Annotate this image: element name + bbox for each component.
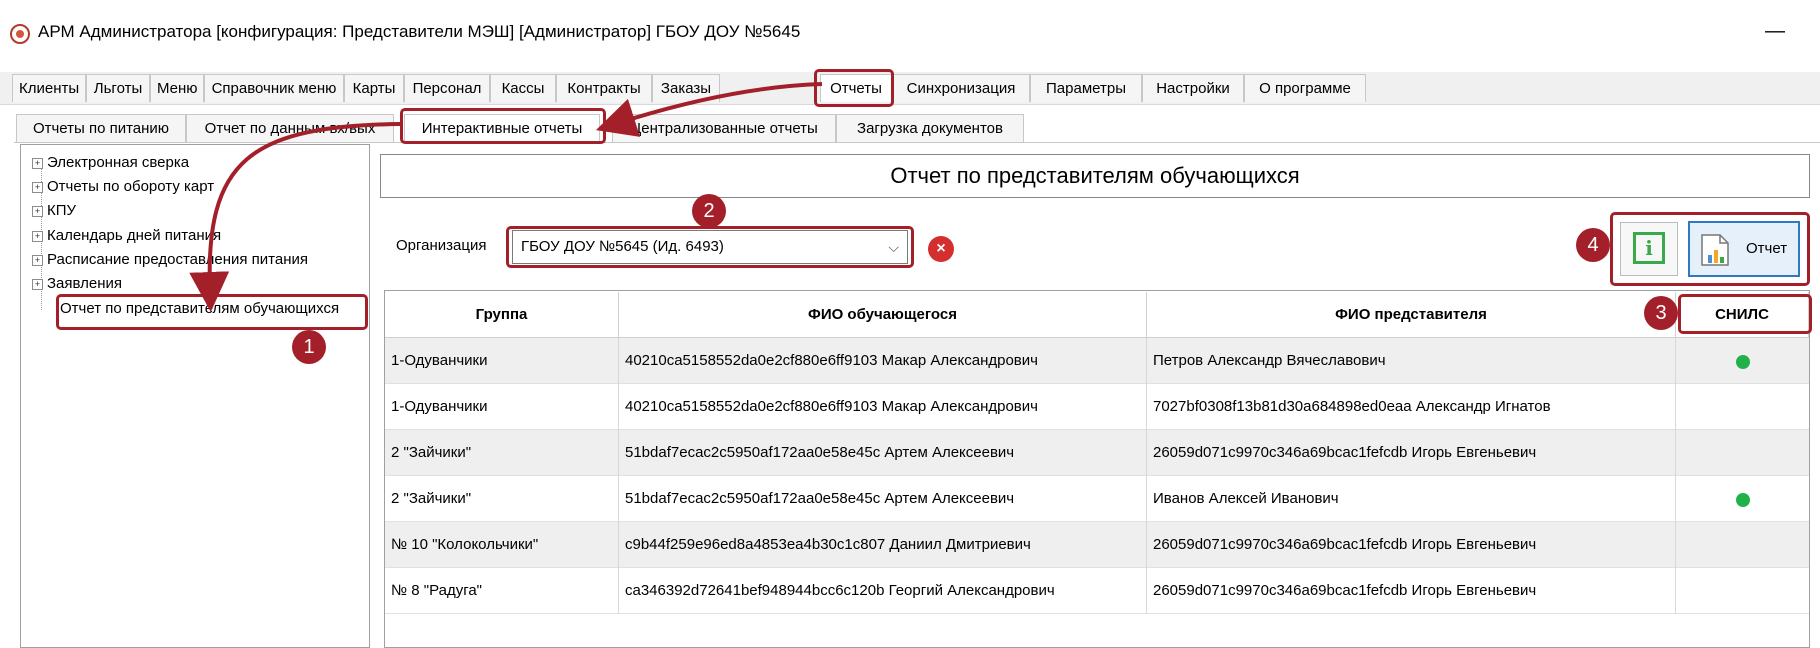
cell-snils [1676, 430, 1809, 476]
highlight-snils [1678, 294, 1812, 334]
tree-item-kpu[interactable]: + КПУ [32, 202, 76, 220]
cell-snils [1676, 522, 1809, 568]
table-row[interactable]: 2 "Зайчики" 51bdaf7ecac2c5950af172aa0e58… [385, 476, 1809, 522]
cell-student: 51bdaf7ecac2c5950af172aa0e58e45c Артем А… [619, 476, 1147, 522]
annotation-badge-2: 2 [692, 194, 726, 228]
snils-present-dot [1736, 493, 1750, 507]
expand-plus-icon[interactable]: + [32, 254, 43, 266]
tree-item-meal-calendar[interactable]: + Календарь дней питания [32, 227, 221, 245]
column-header-student[interactable]: ФИО обучающегося [619, 292, 1147, 338]
tree-item-applications[interactable]: + Заявления [32, 275, 122, 293]
tree-item-reconciliation[interactable]: + Электронная сверка [32, 154, 189, 172]
tab-settings[interactable]: Настройки [1142, 74, 1244, 102]
tree-item-label: Календарь дней питания [47, 227, 222, 244]
cell-group: 1-Одуванчики [385, 338, 619, 384]
cell-parent: Петров Александр Вячеславович [1147, 338, 1676, 384]
minimize-button[interactable]: — [1755, 14, 1795, 48]
tab-benefits[interactable]: Льготы [86, 74, 150, 102]
tree-item-card-turnover[interactable]: + Отчеты по обороту карт [32, 178, 214, 196]
cell-snils [1676, 476, 1809, 522]
cell-group: 2 "Зайчики" [385, 430, 619, 476]
tree-item-label: Заявления [47, 275, 123, 292]
expand-plus-icon[interactable]: + [32, 205, 43, 217]
table-row[interactable]: № 8 "Радуга" ca346392d72641bef948944bcc6… [385, 568, 1809, 614]
tree-item-label: Электронная сверка [47, 154, 190, 171]
tree-item-label: Отчеты по обороту карт [47, 178, 215, 195]
tab-clients[interactable]: Клиенты [12, 74, 86, 102]
tab-staff[interactable]: Персонал [404, 74, 490, 102]
table-row[interactable]: 1-Одуванчики 40210ca5158552da0e2cf880e6f… [385, 384, 1809, 430]
cell-student: 40210ca5158552da0e2cf880e6ff9103 Макар А… [619, 384, 1147, 430]
highlight-interactive-tab [400, 108, 606, 144]
tree-item-label: Расписание предоставления питания [47, 251, 308, 268]
table-row[interactable]: 1-Одуванчики 40210ca5158552da0e2cf880e6f… [385, 338, 1809, 384]
cell-group: 2 "Зайчики" [385, 476, 619, 522]
highlight-organization [506, 226, 914, 268]
subtab-entry-exit-report[interactable]: Отчет по данным вх/вых [186, 114, 394, 142]
cell-student: 51bdaf7ecac2c5950af172aa0e58e45c Артем А… [619, 430, 1147, 476]
cell-parent: 26059d071c9970c346a69bcac1fefcdb Игорь Е… [1147, 568, 1676, 614]
tab-sync[interactable]: Синхронизация [892, 74, 1030, 102]
table-row[interactable]: № 10 "Колокольчики" c9b44f259e96ed8a4853… [385, 522, 1809, 568]
column-header-parent[interactable]: ФИО представителя [1147, 292, 1676, 338]
tab-about[interactable]: О программе [1244, 74, 1366, 102]
cell-parent: 26059d071c9970c346a69bcac1fefcdb Игорь Е… [1147, 522, 1676, 568]
column-header-group[interactable]: Группа [385, 292, 619, 338]
tab-contracts[interactable]: Контракты [556, 74, 652, 102]
highlight-reports-tab [814, 69, 894, 107]
annotation-badge-3: 3 [1644, 296, 1678, 330]
subtab-food-reports[interactable]: Отчеты по питанию [16, 114, 186, 142]
annotation-badge-4: 4 [1576, 228, 1610, 262]
cell-snils [1676, 568, 1809, 614]
subtab-divider [14, 142, 1820, 143]
tab-menu-directory[interactable]: Справочник меню [204, 74, 344, 102]
highlight-representatives-report [56, 294, 368, 330]
expand-plus-icon[interactable]: + [32, 157, 43, 169]
expand-plus-icon[interactable]: + [32, 181, 43, 193]
highlight-report-buttons [1610, 212, 1810, 286]
cell-snils [1676, 338, 1809, 384]
cell-student: c9b44f259e96ed8a4853ea4b30c1c807 Даниил … [619, 522, 1147, 568]
tree-item-label: КПУ [47, 202, 77, 219]
cell-parent: Иванов Алексей Иванович [1147, 476, 1676, 522]
tab-parameters[interactable]: Параметры [1030, 74, 1142, 102]
cell-group: № 8 "Радуга" [385, 568, 619, 614]
cell-parent: 26059d071c9970c346a69bcac1fefcdb Игорь Е… [1147, 430, 1676, 476]
table-row[interactable]: 2 "Зайчики" 51bdaf7ecac2c5950af172aa0e58… [385, 430, 1809, 476]
report-title: Отчет по представителям обучающихся [380, 154, 1810, 198]
tab-cashboxes[interactable]: Кассы [490, 74, 556, 102]
expand-plus-icon[interactable]: + [32, 278, 43, 290]
subtab-centralized-reports[interactable]: Централизованные отчеты [612, 114, 836, 142]
cell-student: 40210ca5158552da0e2cf880e6ff9103 Макар А… [619, 338, 1147, 384]
tab-orders[interactable]: Заказы [652, 74, 720, 102]
cell-group: 1-Одуванчики [385, 384, 619, 430]
tree-item-meal-schedule[interactable]: + Расписание предоставления питания [32, 251, 308, 269]
cell-snils [1676, 384, 1809, 430]
annotation-badge-1: 1 [292, 330, 326, 364]
window-title: АРМ Администратора [конфигурация: Предст… [38, 22, 801, 41]
cell-student: ca346392d72641bef948944bcc6c120b Георгий… [619, 568, 1147, 614]
organization-label: Организация [396, 237, 487, 254]
cell-group: № 10 "Колокольчики" [385, 522, 619, 568]
expand-plus-icon[interactable]: + [32, 230, 43, 242]
cell-parent: 7027bf0308f13b81d30a684898ed0eaa Алексан… [1147, 384, 1676, 430]
app-logo-icon [10, 24, 30, 44]
tab-menu[interactable]: Меню [150, 74, 204, 102]
clear-organization-button[interactable]: × [928, 236, 954, 262]
snils-present-dot [1736, 355, 1750, 369]
subtab-document-upload[interactable]: Загрузка документов [836, 114, 1024, 142]
tab-cards[interactable]: Карты [344, 74, 404, 102]
